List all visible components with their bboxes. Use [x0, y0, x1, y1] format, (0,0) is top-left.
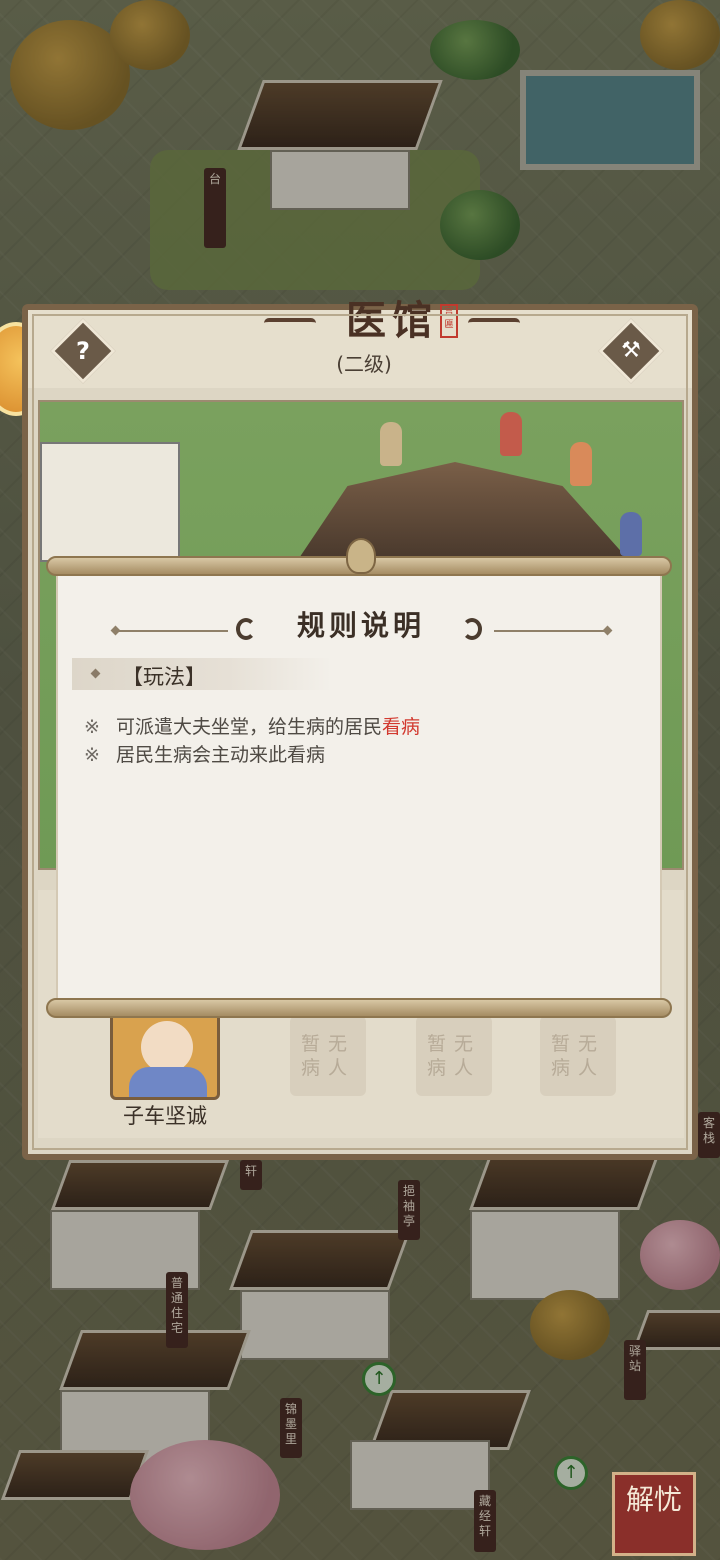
- relief-button[interactable]: 解忧: [612, 1472, 696, 1556]
- resident-figure: [570, 442, 592, 486]
- ornament-line: [494, 630, 604, 632]
- rules-title: 规则说明: [296, 609, 425, 642]
- scroll-knot-icon: [346, 538, 376, 574]
- resident-figure: [620, 512, 642, 556]
- patient-slot[interactable]: 暂无病人: [290, 1016, 366, 1096]
- section-heading: 【玩法】: [122, 665, 206, 689]
- swirl-icon: [236, 618, 256, 640]
- doctor-face: [141, 1021, 193, 1073]
- rule-text: 居民生病会主动来此看病: [116, 744, 326, 766]
- question-icon: ?: [76, 337, 90, 365]
- ornament-line: [118, 630, 228, 632]
- rule-text: 可派遣大夫坐堂，给生病的居民: [116, 716, 383, 738]
- title-band: 医馆: [264, 292, 520, 352]
- slot-label: 暂无病人: [550, 1033, 605, 1079]
- upgrade-button[interactable]: ⚒: [598, 318, 664, 384]
- diamond-icon: [90, 668, 101, 679]
- rule-highlight: 看病: [382, 716, 421, 738]
- slot-label: 暂无病人: [300, 1033, 355, 1079]
- section-tag: 【玩法】: [72, 658, 332, 690]
- doctor-name: 子车坚诚: [123, 1104, 207, 1128]
- rules-scroll: 规则说明 【玩法】 ※ 可派遣大夫坐堂，给生病的居民看病 ※ 居民生病会主动来此看病: [56, 574, 662, 1000]
- rules-title-row: 规则说明: [58, 604, 664, 644]
- patient-slot[interactable]: 暂无病人: [540, 1016, 616, 1096]
- resident-figure: [500, 412, 522, 456]
- swirl-icon: [462, 618, 482, 640]
- scroll-rod-bottom: [46, 998, 672, 1018]
- patient-slot[interactable]: 暂无病人: [416, 1016, 492, 1096]
- rule-line: ※ 居民生病会主动来此看病: [84, 740, 325, 767]
- hammer-icon: ⚒: [621, 338, 641, 363]
- slot-label: 暂无病人: [426, 1033, 481, 1079]
- scene-wall: [40, 442, 180, 562]
- doctor-robe: [129, 1067, 207, 1097]
- plaque-seal-icon: 宫匾: [440, 304, 458, 338]
- ornament-dot: [602, 625, 613, 636]
- help-button[interactable]: ?: [50, 318, 116, 384]
- rule-line: ※ 可派遣大夫坐堂，给生病的居民看病: [84, 712, 420, 739]
- building-title: 医馆: [346, 297, 438, 344]
- reference-mark-icon: ※: [84, 716, 100, 738]
- reference-mark-icon: ※: [84, 744, 100, 766]
- dialog-header: 医馆 宫匾 (二级) ? ⚒: [28, 297, 692, 388]
- building-level: (二级): [336, 352, 392, 376]
- resident-figure: [380, 422, 402, 466]
